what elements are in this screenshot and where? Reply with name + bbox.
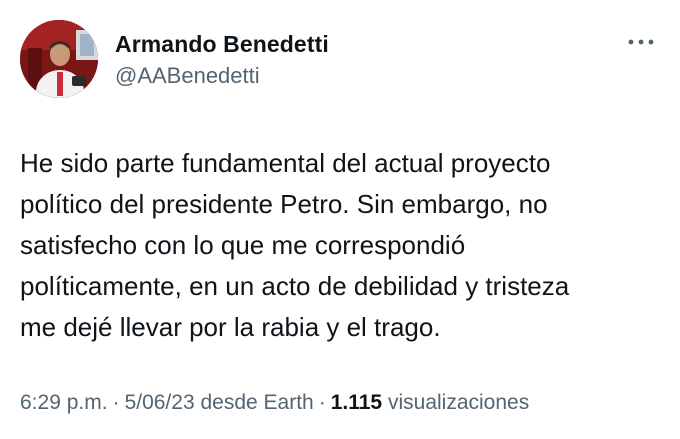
tweet-text-line: He sido parte fundamental del actual pro… <box>20 148 551 178</box>
more-options-button[interactable] <box>624 29 658 55</box>
more-options-icon <box>628 39 654 45</box>
views-count[interactable]: 1.115 <box>331 391 382 414</box>
tweet-text-line: políticamente, en un acto de debilidad y… <box>20 271 570 301</box>
author-handle[interactable]: @AABenedetti <box>115 63 260 89</box>
tweet-text-line: me dejé llevar por la rabia y el trago. <box>20 312 441 342</box>
views-label[interactable]: visualizaciones <box>388 391 529 414</box>
avatar[interactable] <box>20 20 98 98</box>
tweet-card: Armando Benedetti @AABenedetti He sido p… <box>0 0 680 439</box>
author-name[interactable]: Armando Benedetti <box>115 31 329 58</box>
tweet-text: He sido parte fundamental del actual pro… <box>20 143 670 348</box>
tweet-date-source[interactable]: 5/06/23 desde Earth <box>125 391 314 414</box>
tweet-text-line: político del presidente Petro. Sin embar… <box>20 189 548 219</box>
tweet-time[interactable]: 6:29 p.m. <box>20 391 108 414</box>
tweet-metadata: 6:29 p.m. · 5/06/23 desde Earth · 1.115 visu… <box>20 391 670 415</box>
separator: · <box>112 391 120 414</box>
tweet-text-line: satisfecho con lo que me correspondió <box>20 230 466 260</box>
profile-photo-icon <box>20 20 98 98</box>
separator: · <box>318 391 326 414</box>
